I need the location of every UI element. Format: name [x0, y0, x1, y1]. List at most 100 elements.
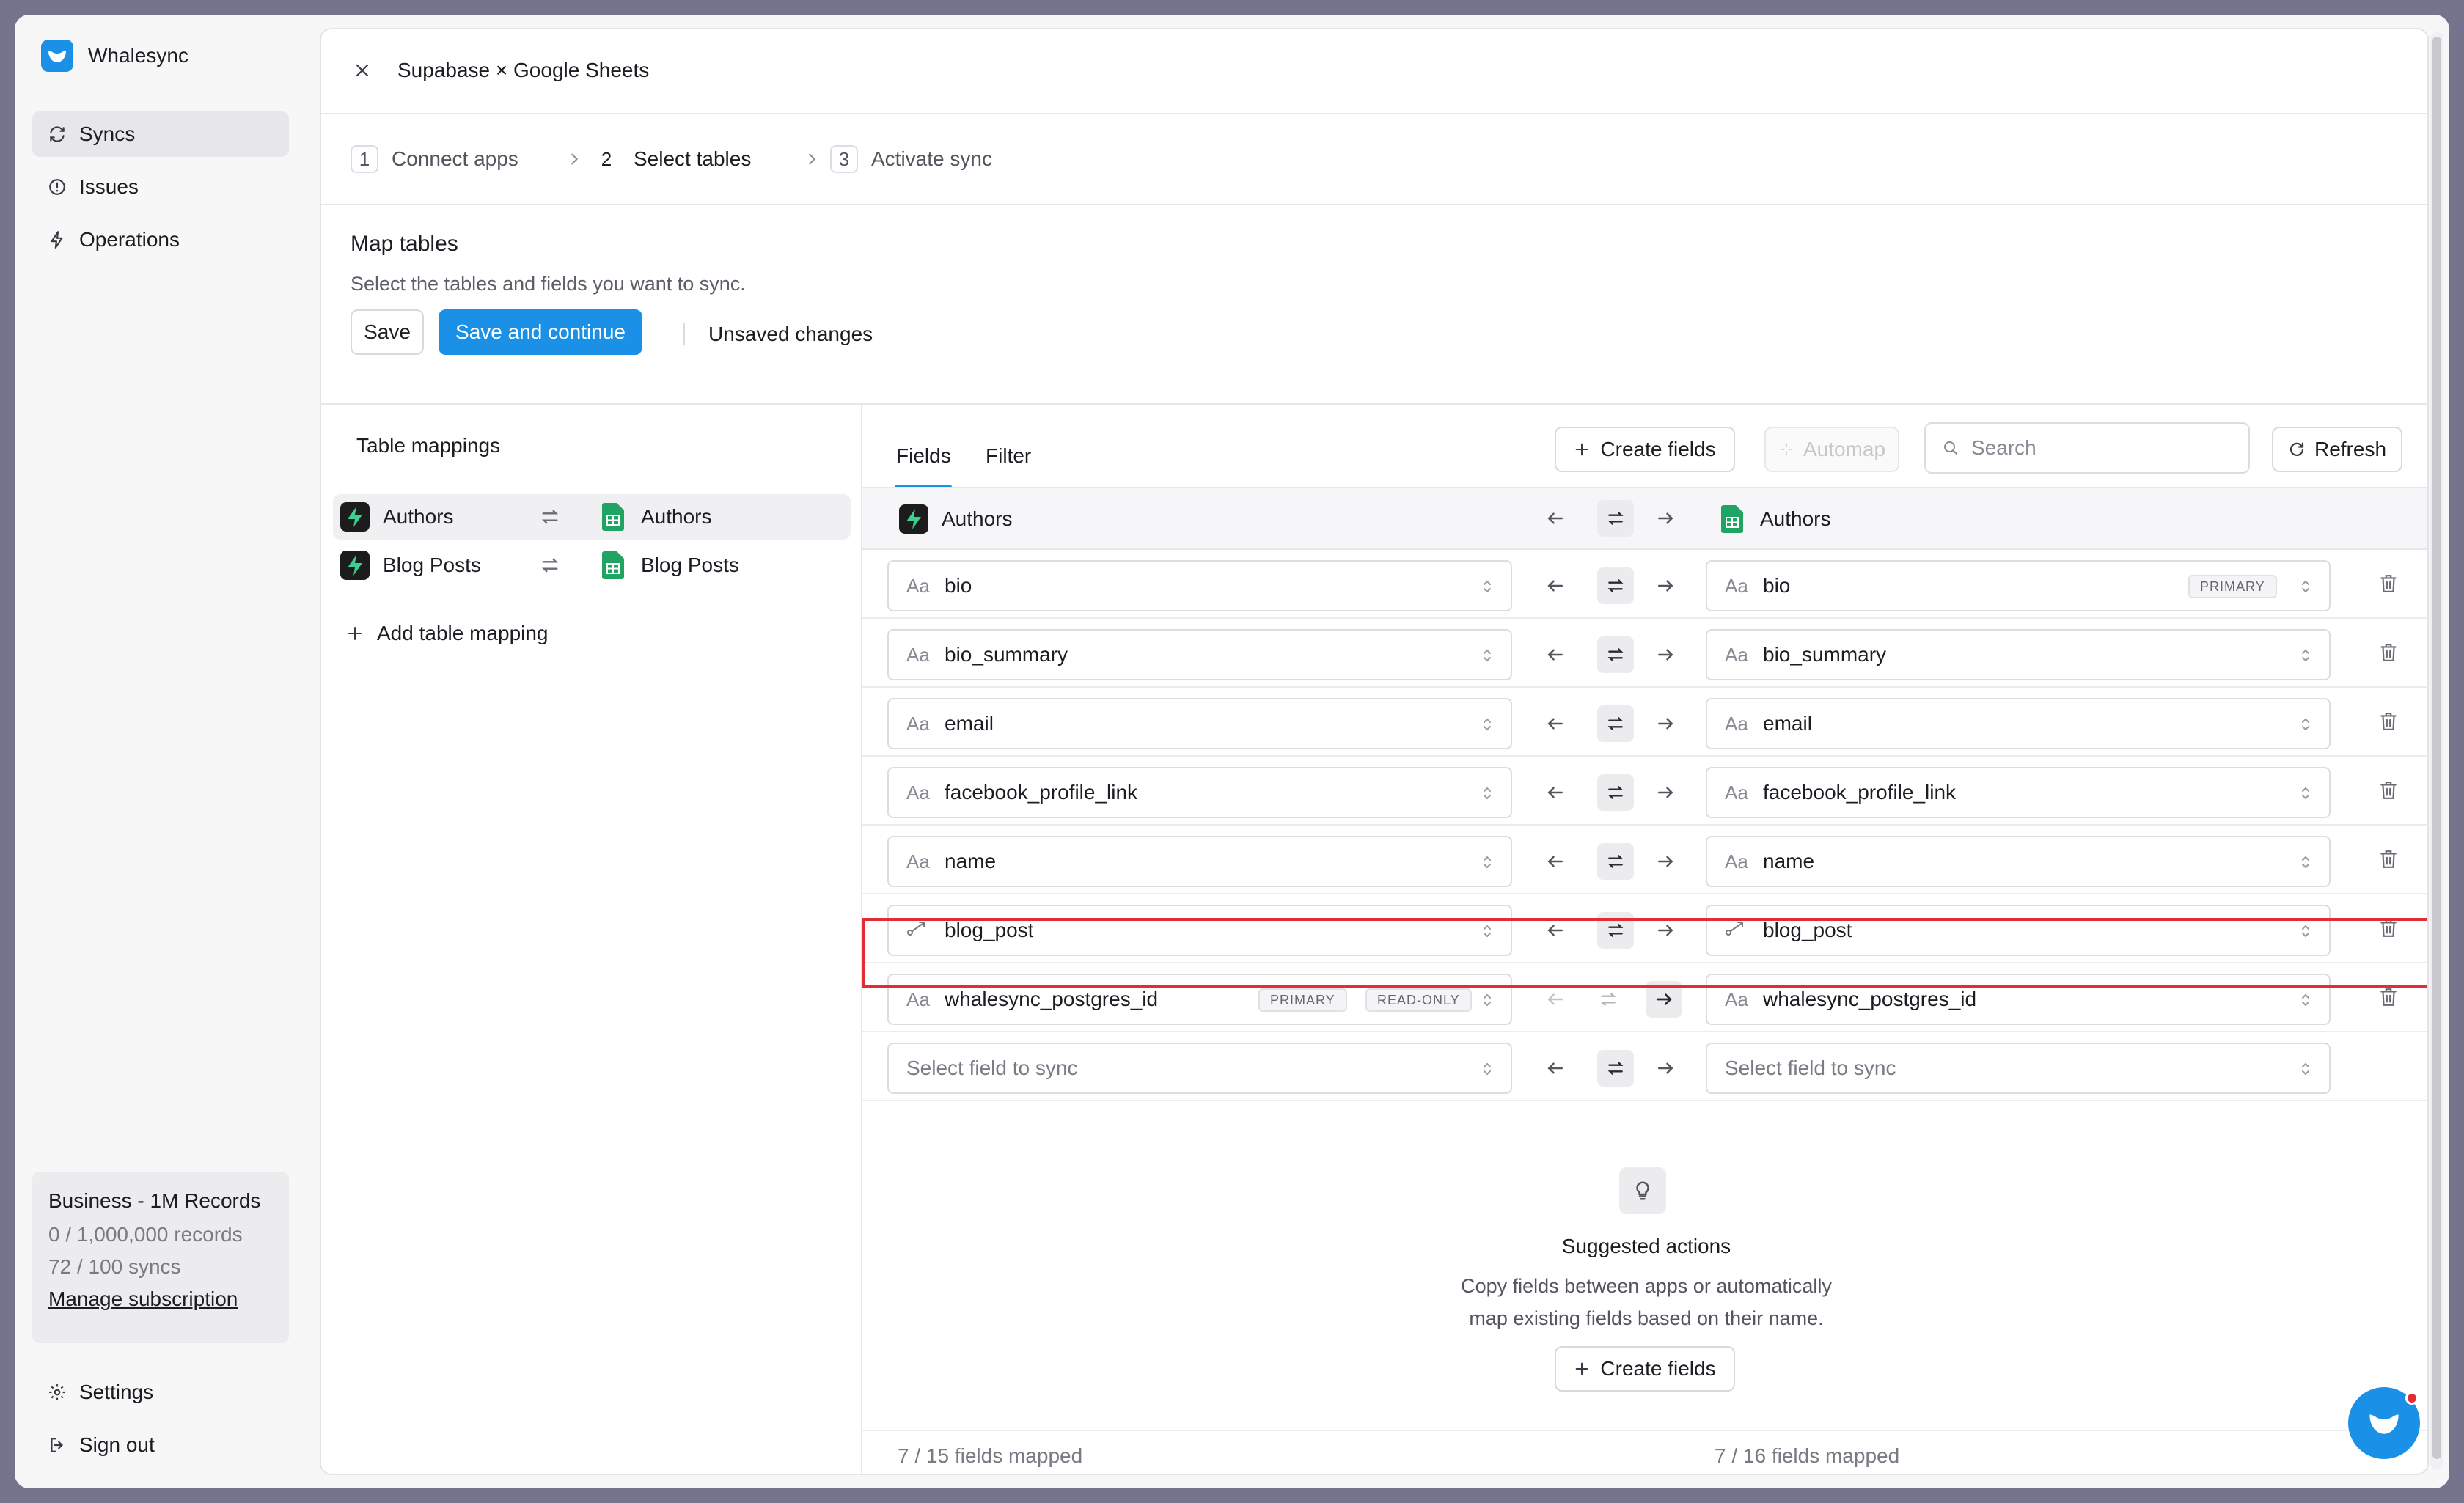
step-select-tables[interactable]: 2 Select tables: [593, 145, 751, 173]
arrow-right-button[interactable]: [1646, 981, 1682, 1018]
close-button[interactable]: [349, 57, 375, 84]
arrow-left-icon[interactable]: [1544, 575, 1566, 597]
arrow-left-icon[interactable]: [1544, 988, 1566, 1010]
arrow-left-icon[interactable]: [1544, 850, 1566, 872]
tab-fields[interactable]: Fields: [896, 444, 951, 468]
text-type-icon: Aa: [1725, 712, 1748, 735]
bidirectional-arrow-icon: [1607, 786, 1624, 799]
arrow-left-icon[interactable]: [1544, 782, 1566, 804]
bidirectional-button[interactable]: [1597, 912, 1634, 949]
arrow-right-icon[interactable]: [1654, 713, 1676, 735]
scrollbar[interactable]: [2430, 32, 2443, 1469]
trash-icon[interactable]: [2379, 987, 2398, 1007]
trash-icon[interactable]: [2379, 573, 2398, 594]
search-field[interactable]: [1924, 422, 2250, 474]
refresh-icon: [2289, 442, 2304, 456]
source-field-select[interactable]: Aa facebook_profile_link: [887, 767, 1512, 818]
automap-button[interactable]: Automap: [1764, 427, 1899, 472]
sidebar-item-sign-out[interactable]: Sign out: [32, 1422, 289, 1468]
step-connect-apps[interactable]: 1 Connect apps: [351, 145, 518, 173]
bidirectional-button[interactable]: [1597, 636, 1634, 673]
create-fields-button[interactable]: Create fields: [1555, 427, 1735, 472]
trash-icon[interactable]: [2379, 711, 2398, 732]
mapping-source: Blog Posts: [340, 551, 481, 580]
google-sheets-icon: [598, 551, 628, 580]
field-name: whalesync_postgres_id: [1763, 988, 1977, 1010]
dest-field-select[interactable]: Aa whalesync_postgres_id: [1706, 974, 2331, 1025]
suggested-actions-line: map existing fields based on their name.: [1469, 1307, 1824, 1329]
field-direction-control: [1544, 636, 1691, 673]
app-window: Whalesync Syncs Issues Operations Busine…: [15, 15, 2449, 1488]
trash-icon[interactable]: [2379, 642, 2398, 663]
sidebar-item-operations[interactable]: Operations: [32, 217, 289, 262]
source-field-select[interactable]: blog_post: [887, 905, 1512, 956]
arrow-right-icon[interactable]: [1654, 919, 1676, 941]
tab-filter[interactable]: Filter: [986, 444, 1031, 468]
field-mapping-row: Aa bio_summary Aa bio_summary: [862, 619, 2427, 688]
dest-field-select[interactable]: blog_post: [1706, 905, 2331, 956]
arrow-right-icon[interactable]: [1654, 1057, 1676, 1079]
sidebar-item-syncs[interactable]: Syncs: [32, 111, 289, 157]
refresh-button[interactable]: Refresh: [2272, 427, 2402, 472]
bidirectional-button[interactable]: [1590, 981, 1627, 1018]
arrow-right-icon[interactable]: [1654, 507, 1676, 529]
arrow-right-icon[interactable]: [1654, 644, 1676, 666]
map-tables-title: Map tables: [351, 232, 458, 256]
step-activate-sync[interactable]: 3 Activate sync: [830, 145, 992, 173]
source-field-select[interactable]: Aa whalesync_postgres_id PRIMARY READ-ON…: [887, 974, 1512, 1025]
trash-icon[interactable]: [2379, 918, 2398, 938]
table-mapping-blog-posts[interactable]: Blog Posts Blog Posts: [333, 543, 851, 588]
arrow-left-icon[interactable]: [1544, 713, 1566, 735]
scrollbar-thumb[interactable]: [2432, 37, 2441, 1459]
table-mapping-authors[interactable]: Authors Authors: [333, 494, 851, 540]
trash-icon[interactable]: [2379, 849, 2398, 870]
text-type-icon: Aa: [906, 850, 930, 872]
trash-icon[interactable]: [2379, 780, 2398, 801]
bidirectional-arrow-icon: [1607, 648, 1624, 661]
arrow-right-icon[interactable]: [1654, 782, 1676, 804]
text-type-icon: Aa: [906, 781, 930, 804]
dest-field-select[interactable]: Aa email: [1706, 698, 2331, 749]
arrow-left-icon[interactable]: [1544, 1057, 1566, 1079]
save-and-continue-button[interactable]: Save and continue: [439, 309, 642, 355]
field-placeholder: Select field to sync: [1725, 1056, 1896, 1079]
manage-subscription-link[interactable]: Manage subscription: [48, 1287, 273, 1311]
add-table-mapping-label: Add table mapping: [377, 622, 549, 644]
arrow-left-icon[interactable]: [1544, 507, 1566, 529]
dest-field-select[interactable]: Select field to sync: [1706, 1043, 2331, 1094]
add-table-mapping-button[interactable]: Add table mapping: [346, 622, 549, 645]
dest-field-select[interactable]: Aa facebook_profile_link: [1706, 767, 2331, 818]
step-number: 1: [351, 145, 378, 173]
brand[interactable]: Whalesync: [41, 40, 188, 72]
step-label: Connect apps: [392, 147, 518, 170]
bidirectional-button[interactable]: [1597, 567, 1634, 604]
bidirectional-button[interactable]: [1597, 843, 1634, 880]
arrow-left-icon[interactable]: [1544, 644, 1566, 666]
field-name: email: [1763, 712, 1812, 735]
search-input[interactable]: [1971, 436, 2228, 460]
source-field-select[interactable]: Aa bio_summary: [887, 629, 1512, 680]
bidirectional-button[interactable]: [1597, 500, 1634, 537]
dest-field-select[interactable]: Aa name: [1706, 836, 2331, 887]
google-sheets-icon: [1717, 504, 1747, 534]
field-mapping-row-empty: Select field to sync Select field to syn…: [862, 1032, 2427, 1101]
dest-field-select[interactable]: Aa bio PRIMARY: [1706, 560, 2331, 611]
field-name: whalesync_postgres_id: [945, 988, 1159, 1010]
arrow-right-icon[interactable]: [1654, 575, 1676, 597]
google-sheets-icon: [598, 502, 628, 532]
field-direction-control: [1544, 1050, 1691, 1087]
arrow-right-icon[interactable]: [1654, 850, 1676, 872]
sidebar-item-issues[interactable]: Issues: [32, 164, 289, 210]
source-field-select[interactable]: Select field to sync: [887, 1043, 1512, 1094]
bidirectional-button[interactable]: [1597, 705, 1634, 742]
bidirectional-button[interactable]: [1597, 1050, 1634, 1087]
arrow-left-icon[interactable]: [1544, 919, 1566, 941]
source-field-select[interactable]: Aa bio: [887, 560, 1512, 611]
source-field-select[interactable]: Aa email: [887, 698, 1512, 749]
dest-field-select[interactable]: Aa bio_summary: [1706, 629, 2331, 680]
sidebar-item-settings[interactable]: Settings: [32, 1370, 289, 1415]
save-button[interactable]: Save: [351, 309, 424, 355]
bidirectional-button[interactable]: [1597, 774, 1634, 811]
source-field-select[interactable]: Aa name: [887, 836, 1512, 887]
create-fields-button-secondary[interactable]: Create fields: [1555, 1346, 1735, 1392]
